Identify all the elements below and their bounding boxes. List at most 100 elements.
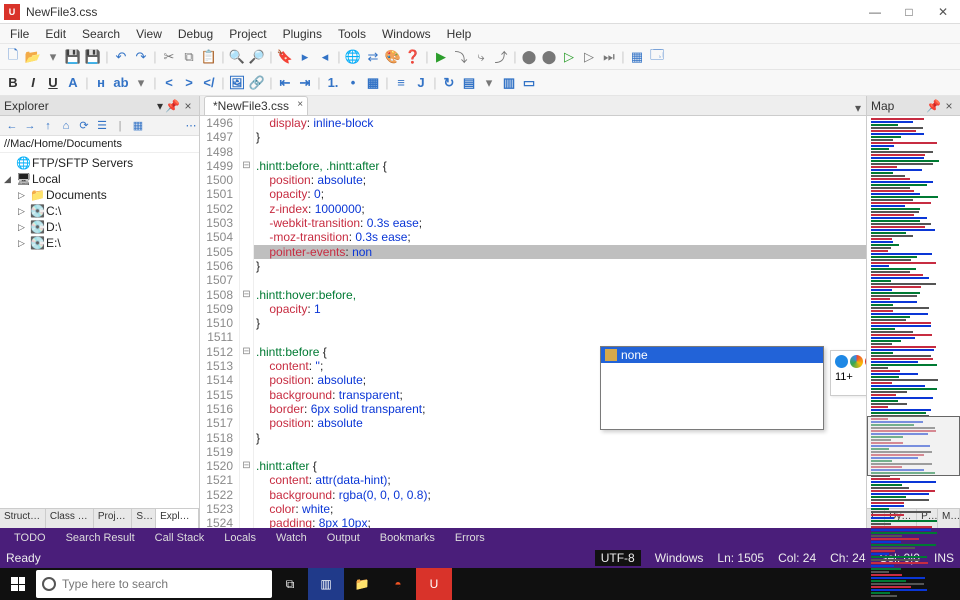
tree-drive-d[interactable]: ▷💽D:\	[0, 219, 199, 235]
refresh-icon[interactable]: ↻	[440, 74, 458, 92]
close-tab-icon[interactable]: ×	[297, 99, 303, 110]
toggle-bookmark-icon[interactable]: 🔖	[276, 48, 294, 66]
taskbar-app-1[interactable]: ▥	[308, 568, 344, 600]
etab-project[interactable]: Proje…	[94, 509, 133, 528]
task-view-icon[interactable]: ⧉	[272, 568, 308, 600]
layout-icon[interactable]: ▦	[628, 48, 646, 66]
menu-edit[interactable]: Edit	[39, 25, 72, 43]
skip-icon[interactable]: ⏭	[600, 48, 618, 66]
tab-dropdown-icon[interactable]: ▾	[850, 101, 866, 115]
close-button[interactable]: ✕	[926, 0, 960, 24]
pause-icon[interactable]: ▷	[580, 48, 598, 66]
autocomplete-popup[interactable]: none	[600, 346, 824, 430]
copy-icon[interactable]: ⧉	[180, 48, 198, 66]
tree-local[interactable]: ◢🖥Local	[0, 171, 199, 187]
save-all-icon[interactable]: 💾	[84, 48, 102, 66]
anchor-icon[interactable]: A	[64, 74, 82, 92]
window-icon[interactable]: 🗔	[648, 48, 666, 66]
redo-icon[interactable]: ↷	[132, 48, 150, 66]
nav-fwd-icon[interactable]: →	[22, 118, 38, 134]
panel-menu-icon[interactable]: ▾	[157, 99, 163, 113]
tree-drive-c[interactable]: ▷💽C:\	[0, 203, 199, 219]
tag-open-icon[interactable]: <	[160, 74, 178, 92]
hdrop-icon[interactable]: ▾	[132, 74, 150, 92]
file-tab[interactable]: *NewFile3.css ×	[204, 96, 308, 115]
etab-explorer[interactable]: Explor…	[156, 509, 199, 528]
nav-back-icon[interactable]: ←	[4, 118, 20, 134]
etab-structure[interactable]: Structu…	[0, 509, 46, 528]
menu-tools[interactable]: Tools	[332, 25, 372, 43]
align-left-icon[interactable]: ≡	[392, 74, 410, 92]
prev-bookmark-icon[interactable]: ◂	[316, 48, 334, 66]
status-line[interactable]: Ln: 1505	[717, 551, 764, 565]
nav-filter-icon[interactable]: ☰	[94, 118, 110, 134]
menu-file[interactable]: File	[4, 25, 35, 43]
menu-view[interactable]: View	[130, 25, 168, 43]
dropdown-icon[interactable]: ▾	[44, 48, 62, 66]
taskbar-app-editor[interactable]: U	[416, 568, 452, 600]
status-platform[interactable]: Windows	[655, 551, 704, 565]
code-editor[interactable]: 1496149714981499150015011502150315041505…	[200, 116, 866, 528]
taskbar-app-2[interactable]: 📁	[344, 568, 380, 600]
undo-icon[interactable]: ↶	[112, 48, 130, 66]
map-close-icon[interactable]: ×	[942, 99, 956, 113]
compare-icon[interactable]: ⇄	[364, 48, 382, 66]
code-lines[interactable]: display: inline-block}.hintt:before, .hi…	[254, 116, 866, 528]
explorer-path[interactable]: //Mac/Home/Documents	[0, 136, 199, 153]
nav-up-icon[interactable]: ↑	[40, 118, 56, 134]
bt-call-stack[interactable]: Call Stack	[145, 530, 215, 546]
play-icon[interactable]: ▷	[560, 48, 578, 66]
panel-close-icon[interactable]: ×	[181, 99, 195, 113]
find-icon[interactable]: 🔍	[228, 48, 246, 66]
table-icon[interactable]: ▦	[364, 74, 382, 92]
tag-close-icon[interactable]: >	[180, 74, 198, 92]
image-icon[interactable]: 🖼	[228, 74, 246, 92]
next-bookmark-icon[interactable]: ▸	[296, 48, 314, 66]
minimap[interactable]	[867, 116, 960, 508]
etab-classview[interactable]: Class Vie…	[46, 509, 94, 528]
tree-drive-e[interactable]: ▷💽E:\	[0, 235, 199, 251]
minimap-viewport[interactable]	[867, 416, 960, 476]
bt-locals[interactable]: Locals	[214, 530, 266, 546]
start-button[interactable]	[0, 568, 36, 600]
bt-errors[interactable]: Errors	[445, 530, 495, 546]
etab-s[interactable]: S…	[132, 509, 156, 528]
stop-icon[interactable]: ⬤	[520, 48, 538, 66]
open-file-icon[interactable]: 📂	[24, 48, 42, 66]
nav-view-icon[interactable]: ▦	[130, 118, 146, 134]
nav-menu-icon[interactable]: ⋯	[183, 118, 199, 134]
record-icon[interactable]: ⬤	[540, 48, 558, 66]
underline-icon[interactable]: U	[44, 74, 62, 92]
bold-icon[interactable]: B	[4, 74, 22, 92]
save-icon[interactable]: 💾	[64, 48, 82, 66]
step-over-icon[interactable]: ⤵	[452, 48, 470, 66]
minimize-button[interactable]: ―	[858, 0, 892, 24]
layout2-icon[interactable]: ▥	[500, 74, 518, 92]
browser-preview-icon[interactable]: 🌐	[344, 48, 362, 66]
bt-todo[interactable]: TODO	[4, 530, 56, 546]
pin-icon[interactable]: 📌	[165, 99, 179, 113]
taskbar-app-3[interactable]: ◓	[380, 568, 416, 600]
italic-icon[interactable]: I	[24, 74, 42, 92]
status-encoding[interactable]: UTF-8	[595, 550, 641, 566]
bt-bookmarks[interactable]: Bookmarks	[370, 530, 445, 546]
form-icon[interactable]: ▭	[520, 74, 538, 92]
step-into-icon[interactable]: ⤷	[472, 48, 490, 66]
menu-help[interactable]: Help	[441, 25, 478, 43]
taskbar-search[interactable]: Type here to search	[36, 570, 272, 598]
menu-debug[interactable]: Debug	[172, 25, 219, 43]
abbr-icon[interactable]: ab	[112, 74, 130, 92]
heading-icon[interactable]: ʜ	[92, 74, 110, 92]
menu-search[interactable]: Search	[76, 25, 126, 43]
bt-search-result[interactable]: Search Result	[56, 530, 145, 546]
grid-icon[interactable]: ▤	[460, 74, 478, 92]
indent-icon[interactable]: ⇤	[276, 74, 294, 92]
menu-windows[interactable]: Windows	[376, 25, 437, 43]
tag-empty-icon[interactable]: </	[200, 74, 218, 92]
tree-ftp[interactable]: 🌐FTP/SFTP Servers	[0, 155, 199, 171]
paste-icon[interactable]: 📋	[200, 48, 218, 66]
color-picker-icon[interactable]: 🎨	[384, 48, 402, 66]
replace-icon[interactable]: 🔎	[248, 48, 266, 66]
ol-icon[interactable]: 1.	[324, 74, 342, 92]
justify-icon[interactable]: J	[412, 74, 430, 92]
